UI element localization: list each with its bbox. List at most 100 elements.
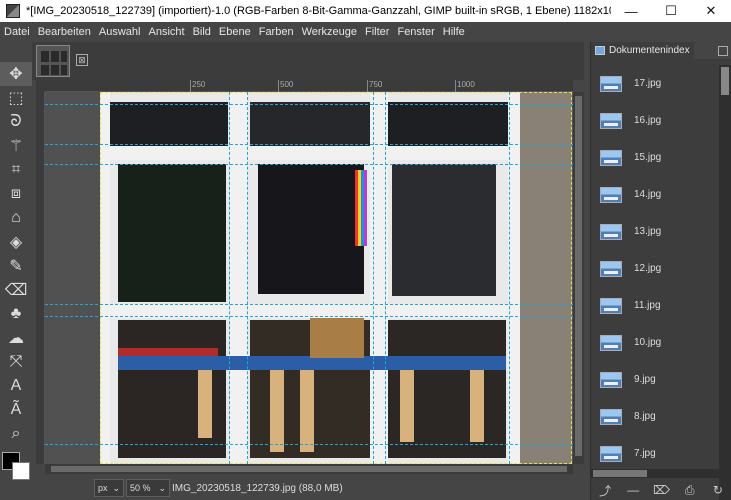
menu-datei[interactable]: Datei <box>4 26 30 38</box>
image-thumbnail-icon <box>600 149 622 166</box>
color-picker-icon[interactable]: Ã <box>0 398 32 422</box>
list-item[interactable]: 16.jpg <box>591 102 719 139</box>
crop-icon[interactable]: ⌗ <box>0 158 32 182</box>
image-thumbnail-icon <box>600 260 622 277</box>
rect-select-icon[interactable]: ⬚ <box>0 86 32 110</box>
close-tab-icon[interactable]: ⊠ <box>76 54 88 66</box>
document-index-dock: Dokumentenindex 17.jpg 16.jpg 15.jpg 14.… <box>590 42 731 500</box>
list-item[interactable]: 13.jpg <box>591 213 719 250</box>
canvas-vertical-scrollbar[interactable] <box>573 92 584 464</box>
list-item[interactable]: 11.jpg <box>591 287 719 324</box>
warp-icon[interactable]: ⌂ <box>0 206 32 230</box>
fuzzy-select-icon[interactable]: ⚚ <box>0 134 32 158</box>
guide-line[interactable] <box>45 104 573 105</box>
tab-dokumentenindex[interactable]: Dokumentenindex <box>591 42 694 59</box>
dock-button-bar: ⤴ — ⌦ ⎙ ↻ <box>591 480 731 500</box>
bucket-fill-icon[interactable]: ◈ <box>0 230 32 254</box>
horizontal-ruler[interactable]: 250 500 750 1000 <box>45 80 573 92</box>
image-thumbnail-icon <box>600 371 622 388</box>
vertical-ruler[interactable] <box>36 92 45 464</box>
background-color[interactable] <box>12 462 30 480</box>
image-tab-thumbnail[interactable] <box>36 45 70 77</box>
guide-line[interactable] <box>45 164 573 165</box>
maximize-button[interactable]: ☐ <box>651 0 691 22</box>
print-icon[interactable]: ⎙ <box>681 483 699 498</box>
canvas-horizontal-scrollbar[interactable] <box>45 464 573 474</box>
menu-bar: Datei Bearbeiten Auswahl Ansicht Bild Eb… <box>0 22 731 42</box>
smudge-icon[interactable]: ☁ <box>0 326 32 350</box>
list-item[interactable]: 12.jpg <box>591 250 719 287</box>
menu-ansicht[interactable]: Ansicht <box>148 26 184 38</box>
menu-filter[interactable]: Filter <box>365 26 389 38</box>
menu-werkzeuge[interactable]: Werkzeuge <box>302 26 357 38</box>
close-button[interactable]: ✕ <box>691 0 731 22</box>
guide-line[interactable] <box>247 92 248 464</box>
zoom-icon[interactable]: ⌕ <box>0 422 32 446</box>
zoom-dropdown[interactable]: 50 % ⌄ <box>126 479 170 497</box>
open-document-icon[interactable]: ⤴ <box>596 482 614 499</box>
unit-dropdown[interactable]: px ⌄ <box>94 479 124 497</box>
guide-line[interactable] <box>373 92 374 464</box>
guide-line[interactable] <box>45 304 573 305</box>
menu-bild[interactable]: Bild <box>193 26 211 38</box>
remove-document-icon[interactable]: — <box>624 483 642 497</box>
status-bar: px ⌄ 50 % ⌄ IMG_20230518_122739.jpg (88,… <box>32 476 584 500</box>
rainbow-flag <box>355 170 367 246</box>
menu-bearbeiten[interactable]: Bearbeiten <box>38 26 91 38</box>
window-title: *[IMG_20230518_122739] (importiert)-1.0 … <box>26 5 611 17</box>
guide-line[interactable] <box>45 144 573 145</box>
guide-line[interactable] <box>45 316 573 317</box>
list-item[interactable]: 8.jpg <box>591 398 719 435</box>
ruler-label: 500 <box>280 80 294 89</box>
document-index-icon <box>595 46 605 55</box>
image-thumbnail-icon <box>600 223 622 240</box>
document-list-horizontal-scrollbar[interactable] <box>591 469 719 478</box>
paintbrush-icon[interactable]: ✎ <box>0 254 32 278</box>
gimp-app-icon <box>6 4 20 18</box>
image-thumbnail-icon <box>600 75 622 92</box>
menu-ebene[interactable]: Ebene <box>219 26 251 38</box>
image-thumbnail-icon <box>600 186 622 203</box>
transform-icon[interactable]: ⧈ <box>0 182 32 206</box>
menu-hilfe[interactable]: Hilfe <box>443 26 465 38</box>
guide-line[interactable] <box>45 444 573 445</box>
clear-history-icon[interactable]: ⌦ <box>652 483 670 497</box>
menu-fenster[interactable]: Fenster <box>397 26 434 38</box>
status-message: IMG_20230518_122739.jpg (88,0 MB) <box>172 482 343 494</box>
ruler-label: 1000 <box>457 80 475 89</box>
image-thumbnail-icon <box>600 408 622 425</box>
image-canvas[interactable] <box>45 92 573 464</box>
photo-layer <box>100 92 572 464</box>
move-tool-icon[interactable]: ✥ <box>0 62 32 86</box>
list-item[interactable]: 10.jpg <box>591 324 719 361</box>
guide-line[interactable] <box>385 92 386 464</box>
title-bar: *[IMG_20230518_122739] (importiert)-1.0 … <box>0 0 731 22</box>
dock-tab-label: Dokumentenindex <box>609 45 690 56</box>
toolbox: ✥ ⬚ ᘐ ⚚ ⌗ ⧈ ⌂ ◈ ✎ ⌫ ♣ ☁ ⤧ A Ã ⌕ <box>0 62 32 452</box>
document-list-vertical-scrollbar[interactable] <box>719 65 731 500</box>
minimize-button[interactable]: — <box>611 0 651 22</box>
list-item[interactable]: 17.jpg <box>591 65 719 102</box>
list-item[interactable]: 14.jpg <box>591 176 719 213</box>
list-item[interactable]: 9.jpg <box>591 361 719 398</box>
image-thumbnail-icon <box>600 445 622 462</box>
guide-line[interactable] <box>229 92 230 464</box>
menu-farben[interactable]: Farben <box>259 26 294 38</box>
lasso-icon[interactable]: ᘐ <box>0 110 32 134</box>
menu-auswahl[interactable]: Auswahl <box>99 26 141 38</box>
dock-tab-bar: Dokumentenindex <box>591 42 731 59</box>
refresh-icon[interactable]: ↻ <box>709 483 727 497</box>
color-swatches[interactable] <box>2 452 32 482</box>
guide-line[interactable] <box>509 92 510 464</box>
zoom-value: 50 % <box>130 483 151 493</box>
dock-configure-icon[interactable] <box>718 45 728 56</box>
image-thumbnail-icon <box>600 297 622 314</box>
paths-icon[interactable]: ⤧ <box>0 350 32 374</box>
image-thumbnail-icon <box>600 334 622 351</box>
list-item[interactable]: 15.jpg <box>591 139 719 176</box>
list-item[interactable]: 7.jpg <box>591 435 719 472</box>
unit-value: px <box>98 483 108 493</box>
text-icon[interactable]: A <box>0 374 32 398</box>
eraser-icon[interactable]: ⌫ <box>0 278 32 302</box>
clone-icon[interactable]: ♣ <box>0 302 32 326</box>
